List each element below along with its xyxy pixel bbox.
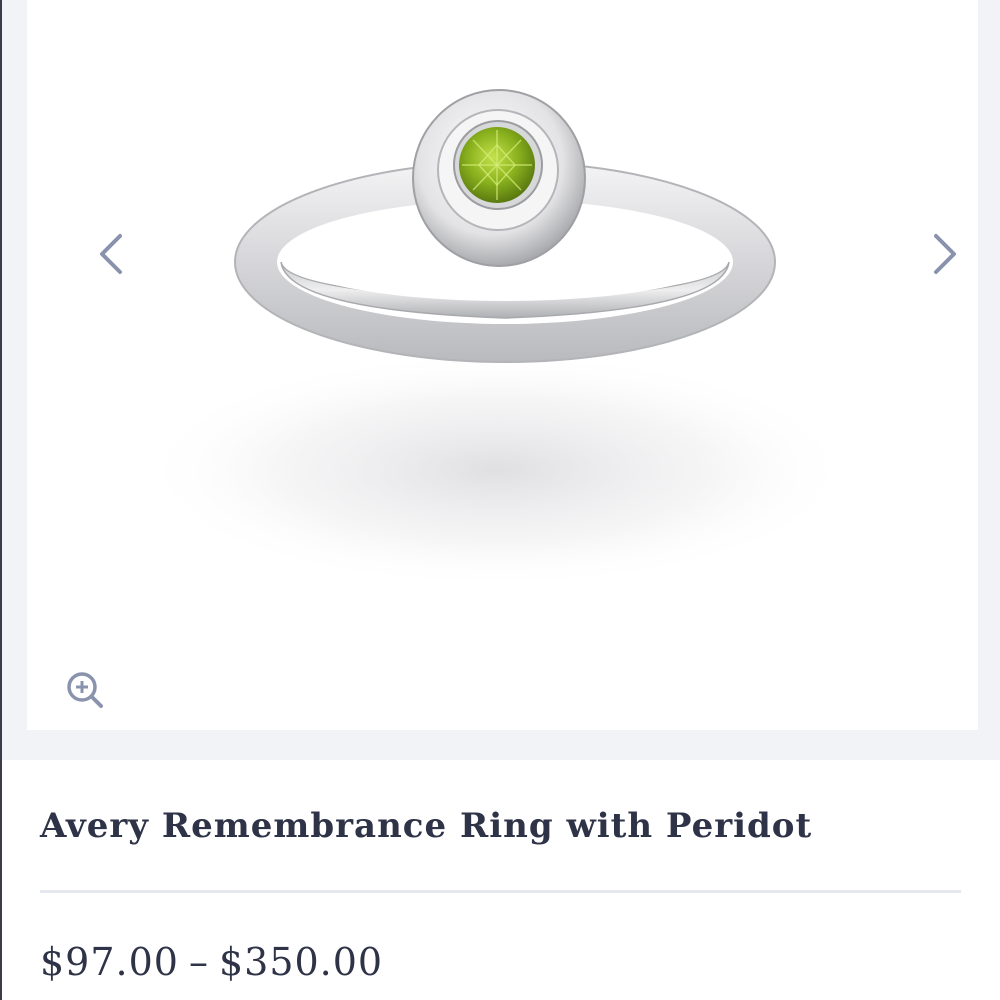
product-gallery: [2, 0, 1000, 760]
product-image[interactable]: [27, 0, 978, 730]
price-high: $350.00: [218, 940, 384, 984]
price-separator: –: [188, 940, 209, 984]
chevron-right-icon: [934, 234, 956, 274]
next-image-button[interactable]: [923, 226, 963, 282]
product-title: Avery Remembrance Ring with Peridot: [40, 806, 813, 846]
zoom-button[interactable]: [63, 668, 107, 712]
divider: [40, 890, 961, 893]
ring-illustration: [137, 89, 857, 590]
zoom-in-icon: [67, 672, 103, 708]
chevron-left-icon: [100, 234, 122, 274]
price-range: $97.00– $350.00: [40, 940, 383, 984]
previous-image-button[interactable]: [93, 226, 133, 282]
price-low: $97.00: [40, 940, 179, 984]
